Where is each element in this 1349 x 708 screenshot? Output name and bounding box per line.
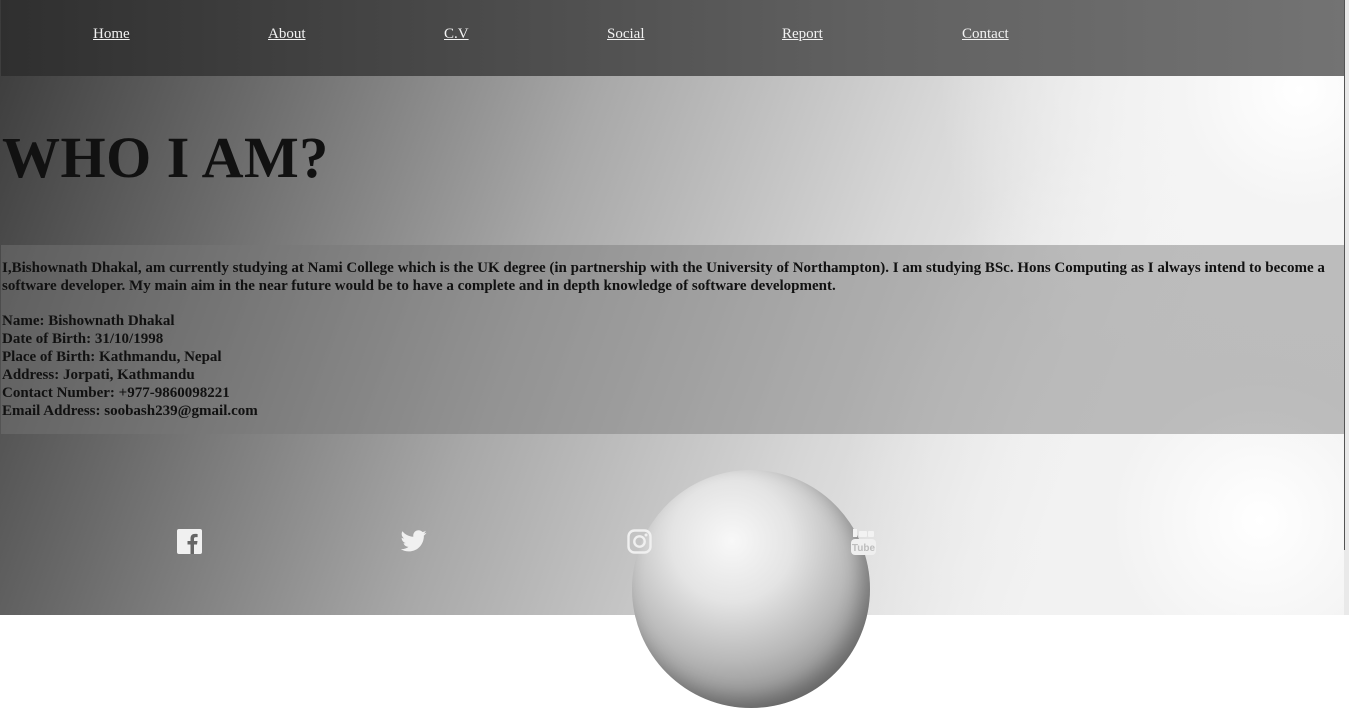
nav-social-link[interactable]: Social [607,26,645,43]
detail-email: Email Address: soobash239@gmail.com [2,403,258,419]
facebook-icon[interactable] [177,529,202,554]
about-panel: I,Bishownath Dhakal, am currently studyi… [1,245,1344,434]
youtube-icon[interactable]: Tube [851,528,876,556]
svg-text:Tube: Tube [852,543,876,554]
instagram-icon[interactable] [627,529,652,554]
decorative-sphere [632,470,870,708]
nav-contact-link[interactable]: Contact [962,26,1009,43]
nav-about-link[interactable]: About [268,26,306,43]
personal-details: Name: Bishownath Dhakal Date of Birth: 3… [2,312,258,420]
page-title: WHO I AM? [2,125,329,190]
twitter-icon[interactable] [401,530,427,552]
nav-report-link[interactable]: Report [782,26,823,43]
nav-cv-link[interactable]: C.V [444,26,469,43]
intro-paragraph: I,Bishownath Dhakal, am currently studyi… [2,260,1325,294]
detail-contact-number: Contact Number: +977-9860098221 [2,385,230,401]
detail-dob: Date of Birth: 31/10/1998 [2,331,164,347]
detail-address: Address: Jorpati, Kathmandu [2,367,195,383]
top-nav: Home About C.V Social Report Contact [1,0,1344,76]
detail-name: Name: Bishownath Dhakal [2,313,175,329]
detail-birthplace: Place of Birth: Kathmandu, Nepal [2,349,222,365]
scrollbar-edge [1344,0,1349,615]
nav-home-link[interactable]: Home [93,26,130,43]
